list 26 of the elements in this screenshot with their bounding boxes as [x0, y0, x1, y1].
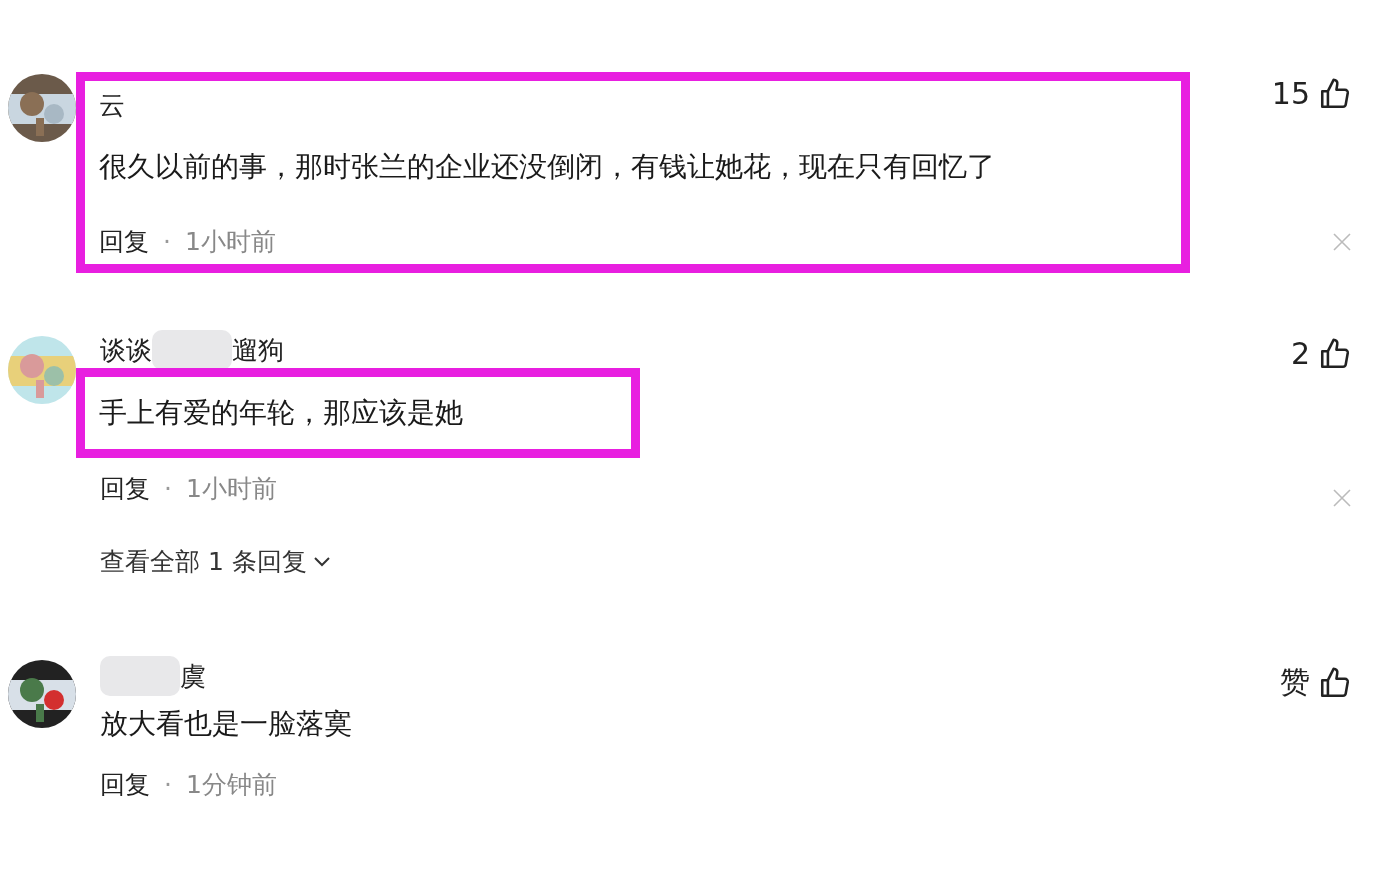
close-icon[interactable] [1332, 488, 1352, 508]
user-name: 云 [99, 88, 125, 122]
chevron-down-icon [312, 555, 331, 568]
like-button[interactable]: 2 [1290, 336, 1352, 371]
separator-dot: · [164, 474, 172, 503]
user-name: 虞 [180, 659, 206, 693]
view-replies-button[interactable]: 查看全部 1 条回复 [100, 545, 331, 578]
reply-link[interactable]: 回复 [99, 225, 149, 258]
user-name: 遛狗 [232, 333, 284, 367]
thumbs-up-icon [1318, 76, 1352, 111]
thumbs-up-icon [1318, 336, 1352, 371]
separator-dot: · [163, 227, 171, 256]
comment-text: 手上有爱的年轮，那应该是她 [99, 395, 464, 431]
like-button[interactable]: 15 [1271, 76, 1352, 111]
reply-link[interactable]: 回复 [100, 472, 150, 505]
separator-dot: · [164, 770, 172, 799]
timestamp: 1分钟前 [185, 769, 277, 801]
thumbs-up-icon [1318, 665, 1352, 700]
timestamp: 1小时前 [185, 473, 277, 505]
comment-text: 很久以前的事，那时张兰的企业还没倒闭，有钱让她花，现在只有回忆了 [99, 149, 996, 185]
reply-link[interactable]: 回复 [100, 768, 150, 801]
user-name: 谈谈 [100, 333, 152, 367]
comment-text: 放大看也是一脸落寞 [100, 706, 352, 742]
like-button[interactable]: 赞 [1280, 662, 1352, 703]
close-icon[interactable] [1332, 232, 1352, 252]
timestamp: 1小时前 [184, 226, 276, 258]
